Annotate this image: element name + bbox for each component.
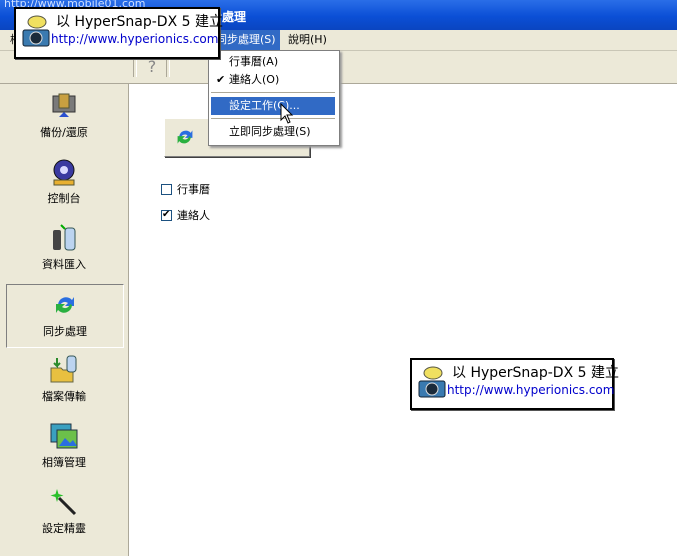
file-transfer-icon (50, 355, 77, 383)
cursor-icon (280, 103, 294, 124)
menu-sync[interactable]: 同步處理(S) (212, 30, 280, 50)
menu-separator (211, 92, 335, 93)
camera-icon (22, 15, 50, 47)
backup-restore-icon (52, 93, 76, 117)
sidebar-item-label: 檔案傳輸 (42, 390, 86, 403)
sidebar-item-label: 同步處理 (43, 325, 87, 338)
sidebar-item-data-import[interactable]: 資料匯入 (6, 218, 122, 280)
calendar-checkbox-label: 行事曆 (177, 183, 210, 196)
menu-item-configure-tasks[interactable]: 設定工作(C)... (211, 97, 335, 115)
toolbar-separator (133, 57, 137, 77)
data-import-icon (53, 224, 76, 251)
check-icon: ✔ (216, 73, 226, 86)
calendar-checkbox-row[interactable]: 行事曆 (161, 183, 210, 199)
sidebar-item-control-panel[interactable]: 控制台 (6, 152, 122, 214)
wizard-icon (50, 489, 77, 516)
control-panel-icon (53, 159, 75, 186)
menu-item-contacts[interactable]: ✔ 連絡人(O) (211, 71, 335, 89)
watermark-text: 以 HyperSnap-DX 5 建立 (56, 14, 223, 30)
sync-dropdown-menu: 行事曆(A) ✔ 連絡人(O) 設定工作(C)... 立即同步處理(S) (208, 50, 340, 146)
camera-icon (418, 366, 446, 398)
contacts-checkbox[interactable]: ✔ (161, 208, 172, 221)
toolbar-separator (166, 57, 170, 77)
watermark-box: 以 HyperSnap-DX 5 建立 http://www.hyperioni… (410, 358, 619, 410)
sidebar: 備份/還原 控制台 資料匯入 同步處理 檔案傳輸 相簿管理 設定精靈 (0, 84, 129, 556)
sidebar-item-label: 備份/還原 (40, 126, 88, 139)
sidebar-item-label: 控制台 (47, 192, 81, 205)
check-icon: ✔ (162, 208, 171, 220)
sidebar-item-label: 設定精靈 (42, 522, 86, 535)
sidebar-item-wizard[interactable]: 設定精靈 (6, 482, 122, 544)
menu-help[interactable]: 說明(H) (284, 30, 331, 50)
menu-item-label: 立即同步處理(S) (229, 125, 311, 138)
calendar-checkbox[interactable] (161, 183, 172, 195)
sidebar-item-backup[interactable]: 備份/還原 (6, 86, 122, 148)
sidebar-item-album[interactable]: 相簿管理 (6, 416, 122, 478)
menu-separator (211, 118, 335, 119)
sidebar-item-sync[interactable]: 同步處理 (6, 284, 124, 348)
watermark-url: http://www.hyperionics.com (51, 32, 219, 46)
sidebar-item-label: 資料匯入 (42, 258, 86, 271)
watermark-box: 以 HyperSnap-DX 5 建立 http://www.hyperioni… (14, 7, 223, 59)
help-icon[interactable]: ? (143, 57, 161, 77)
watermark-text: 以 HyperSnap-DX 5 建立 (452, 365, 619, 381)
album-icon (50, 423, 78, 449)
sidebar-item-file-transfer[interactable]: 檔案傳輸 (6, 350, 122, 412)
menu-item-sync-now[interactable]: 立即同步處理(S) (211, 123, 335, 141)
watermark-url: http://www.hyperionics.com (447, 383, 615, 397)
menu-item-label: 連絡人(O) (229, 73, 280, 86)
menu-item-label: 行事曆(A) (229, 55, 279, 68)
contacts-checkbox-label: 連絡人 (177, 209, 210, 222)
sync-icon (177, 130, 193, 144)
menu-item-calendar[interactable]: 行事曆(A) (211, 53, 335, 71)
sync-icon (56, 297, 74, 313)
contacts-checkbox-row[interactable]: ✔ 連絡人 (161, 209, 210, 225)
sidebar-item-label: 相簿管理 (42, 456, 86, 469)
